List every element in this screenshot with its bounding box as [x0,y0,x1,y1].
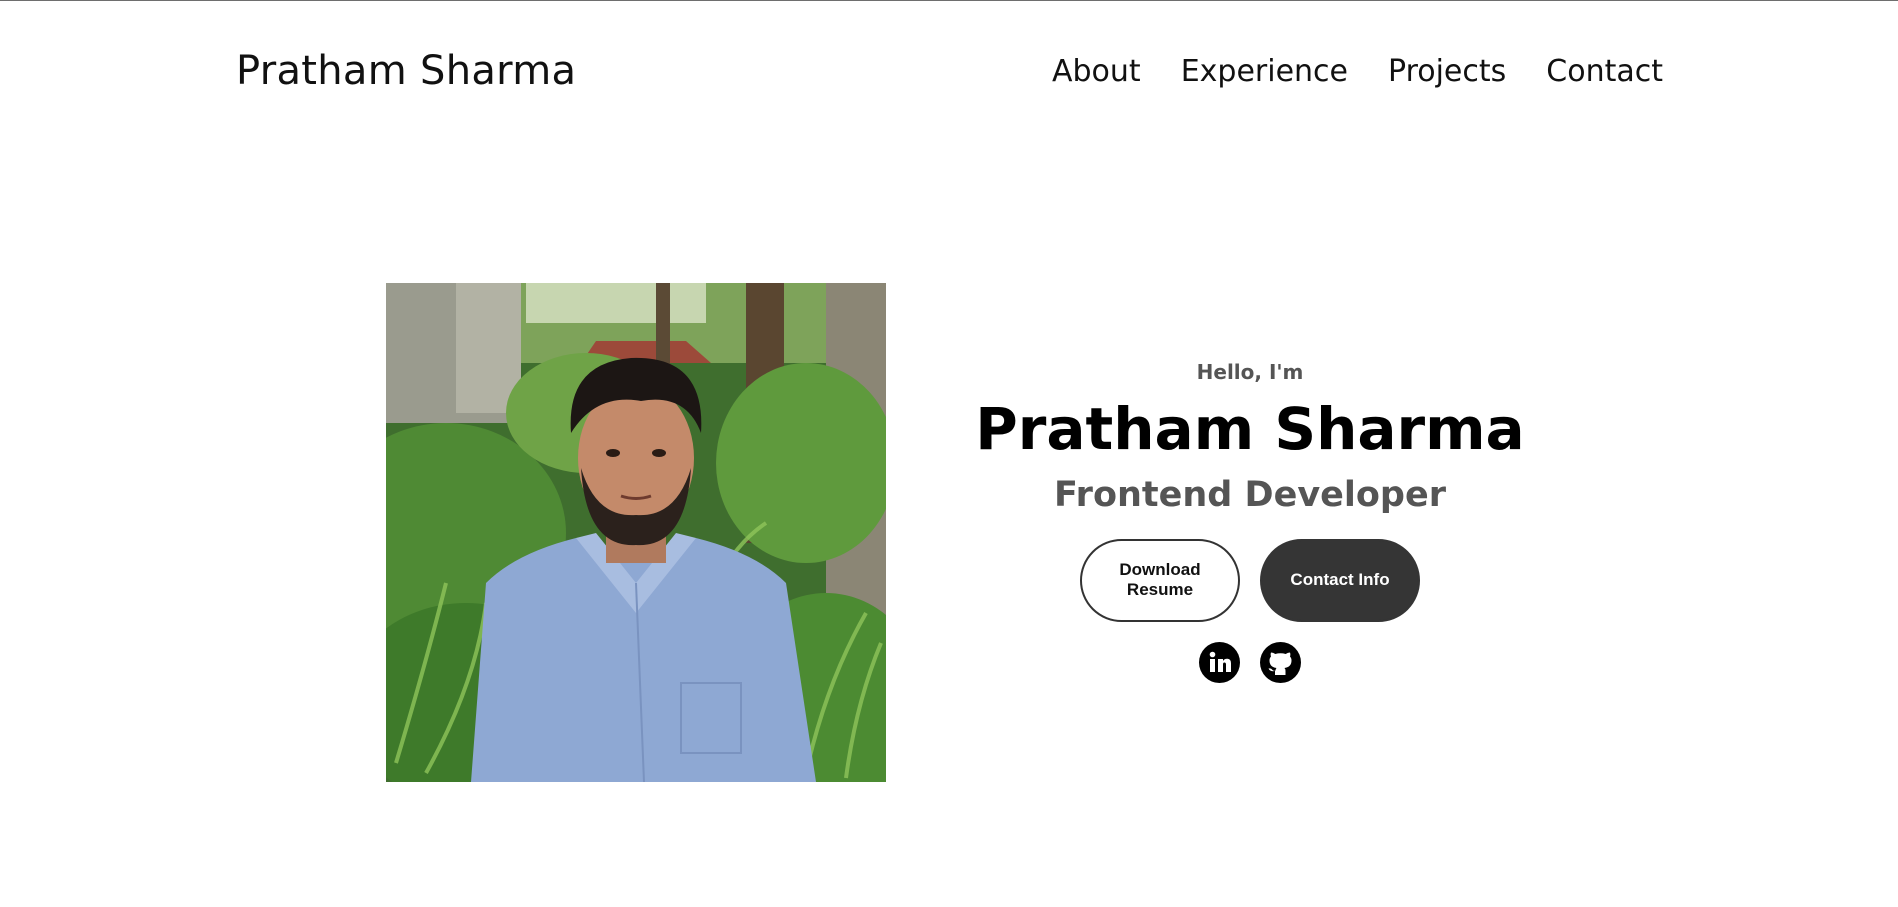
nav-link-about[interactable]: About [1052,54,1141,89]
nav-link-experience[interactable]: Experience [1181,54,1348,89]
hero-buttons: Download Resume Contact Info [960,538,1540,622]
nav-link-contact[interactable]: Contact [1546,54,1663,89]
profile-photo [386,283,886,782]
github-icon[interactable] [1260,641,1301,683]
greeting-text: Hello, I'm [1196,360,1304,384]
download-resume-button[interactable]: Download Resume [1080,538,1240,622]
nav-link-projects[interactable]: Projects [1388,54,1506,89]
nav-list: About Experience Projects Contact [1052,54,1663,89]
nav-item-experience: Experience [1181,54,1348,89]
hero-role: Frontend Developer [1054,474,1446,515]
site-logo[interactable]: Pratham Sharma [236,48,576,94]
contact-info-button[interactable]: Contact Info [1260,538,1420,622]
hero-name: Pratham Sharma [975,395,1525,463]
nav-item-contact: Contact [1546,54,1663,89]
hero-section: Hello, I'm Pratham Sharma Frontend Devel… [960,360,1540,683]
social-links [960,641,1540,683]
nav-item-projects: Projects [1388,54,1506,89]
nav-item-about: About [1052,54,1141,89]
linkedin-icon[interactable] [1199,641,1240,683]
top-border [0,0,1898,1]
